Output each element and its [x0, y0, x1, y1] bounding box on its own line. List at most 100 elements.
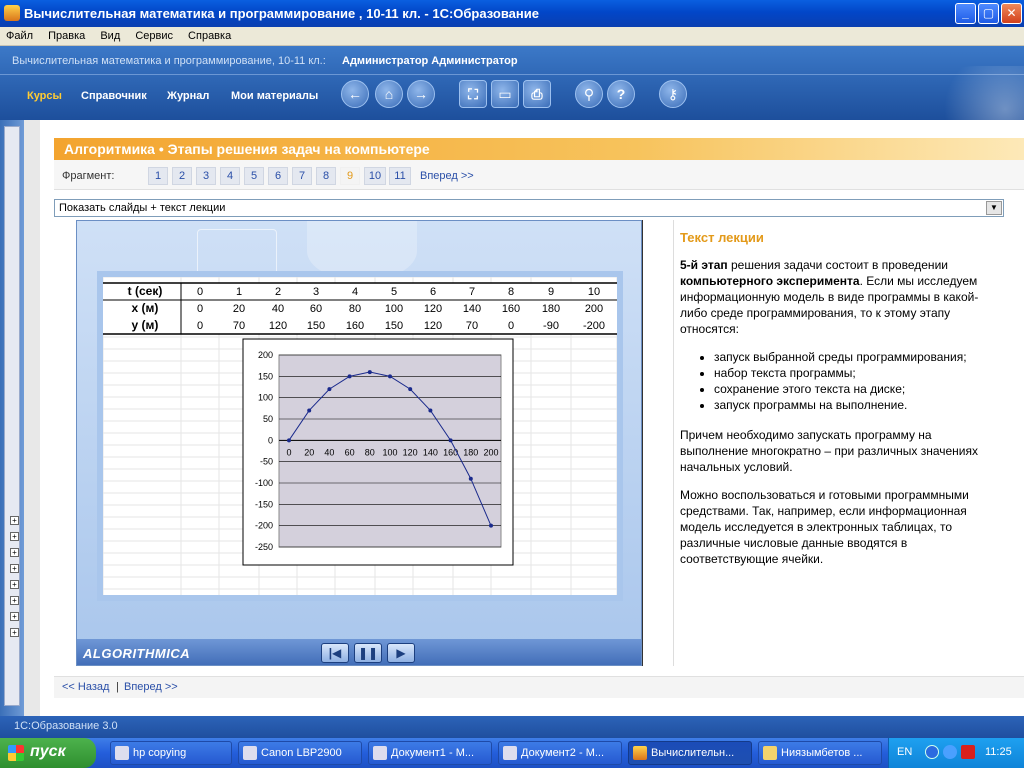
back-arrow-button[interactable]: ← — [341, 80, 369, 108]
y-tick-label: -200 — [255, 521, 273, 531]
header-divider — [0, 74, 1024, 75]
table-cell: 150 — [385, 320, 403, 332]
help-icon: ? — [616, 86, 626, 102]
slide-play-button[interactable]: ▶ — [387, 643, 415, 663]
table-cell: 0 — [508, 320, 514, 332]
user-name: Администратор Администратор — [342, 55, 518, 67]
search-icon: ⚲ — [583, 86, 595, 102]
app-icon[interactable] — [4, 5, 20, 21]
task-label: hp copying — [133, 747, 187, 759]
data-point — [347, 374, 352, 379]
maximize-button[interactable]: ▢ — [978, 3, 999, 24]
fullscreen-icon: ⛶ — [468, 86, 478, 102]
back-link[interactable]: << Назад — [62, 681, 109, 693]
slide-pause-button[interactable]: ❚❚ — [354, 643, 382, 663]
search-button[interactable]: ⚲ — [575, 80, 603, 108]
list-item: набор текста программы; — [714, 365, 997, 381]
expand-icon[interactable]: + — [10, 612, 19, 621]
minimize-button[interactable]: _ — [955, 3, 976, 24]
table-cell: 140 — [463, 303, 481, 315]
table-cell: 160 — [346, 320, 364, 332]
key-button[interactable]: ⚷ — [659, 80, 687, 108]
start-button[interactable]: пуск — [0, 738, 96, 768]
expand-icon[interactable]: + — [10, 596, 19, 605]
menu-edit[interactable]: Правка — [42, 27, 91, 42]
tray-arrow-icon[interactable] — [925, 745, 939, 759]
lecture-panel: Текст лекции 5-й этап решения задачи сос… — [673, 220, 1003, 666]
table-row-header: y (м) — [132, 318, 159, 332]
language-indicator[interactable]: EN — [897, 746, 912, 758]
data-point — [448, 438, 453, 443]
expand-icon[interactable]: + — [10, 548, 19, 557]
fragment-button[interactable]: 7 — [292, 167, 312, 185]
table-cell: -90 — [543, 320, 559, 332]
fragment-next-link[interactable]: Вперед >> — [420, 170, 474, 182]
network-icon[interactable] — [943, 745, 957, 759]
task-button[interactable]: hp copying — [110, 741, 232, 765]
bottom-navigation: << Назад | Вперед >> — [54, 676, 1024, 698]
word-document-icon — [373, 746, 387, 760]
forward-link[interactable]: Вперед >> — [124, 681, 178, 693]
task-button[interactable]: Canon LBP2900 — [238, 741, 362, 765]
expand-icon[interactable]: + — [10, 516, 19, 525]
fragment-button[interactable]: 5 — [244, 167, 264, 185]
splitter[interactable] — [24, 120, 40, 716]
presentation-button[interactable]: ▭ — [491, 80, 519, 108]
fragment-button[interactable]: 8 — [316, 167, 336, 185]
x-tick-label: 200 — [483, 447, 498, 457]
task-button-active[interactable]: Вычислительн... — [628, 741, 752, 765]
y-tick-label: 150 — [258, 371, 273, 381]
tab-my-materials[interactable]: Мои материалы — [231, 90, 318, 102]
fragment-button[interactable]: 4 — [220, 167, 240, 185]
fragment-button[interactable]: 3 — [196, 167, 216, 185]
forward-arrow-button[interactable]: → — [407, 80, 435, 108]
left-rail: + + + + + + + + — [0, 120, 24, 716]
view-mode-select[interactable]: Показать слайды + текст лекции ▼ — [54, 199, 1004, 217]
slide-first-button[interactable]: |◀ — [321, 643, 349, 663]
task-button[interactable]: Документ1 - М... — [368, 741, 492, 765]
task-button[interactable]: Документ2 - М... — [498, 741, 622, 765]
table-cell: 120 — [269, 320, 287, 332]
task-button[interactable]: Ниязымбетов ... — [758, 741, 882, 765]
printer-icon — [243, 746, 257, 760]
printer-icon — [115, 746, 129, 760]
expand-icon[interactable]: + — [10, 532, 19, 541]
play-icon: ▶ — [396, 646, 406, 660]
expand-icon[interactable]: + — [10, 580, 19, 589]
expand-icon[interactable]: + — [10, 564, 19, 573]
antivirus-icon[interactable] — [961, 745, 975, 759]
lecture-paragraph-1: 5-й этап решения задачи состоит в провед… — [680, 257, 997, 337]
table-cell: 9 — [548, 286, 554, 298]
menu-view[interactable]: Вид — [94, 27, 126, 42]
close-button[interactable]: ✕ — [1001, 3, 1022, 24]
tab-journal[interactable]: Журнал — [167, 90, 209, 102]
help-button[interactable]: ? — [607, 80, 635, 108]
tab-reference[interactable]: Справочник — [81, 90, 147, 102]
y-tick-label: 100 — [258, 393, 273, 403]
fragment-button[interactable]: 2 — [172, 167, 192, 185]
tab-courses[interactable]: Курсы — [27, 90, 62, 102]
x-tick-label: 60 — [345, 447, 355, 457]
fragment-button-current[interactable]: 9 — [340, 167, 360, 185]
table-cell: 2 — [275, 286, 281, 298]
window-title: Вычислительная математика и программиров… — [24, 6, 539, 21]
y-tick-label: -50 — [260, 457, 273, 467]
chevron-down-icon[interactable]: ▼ — [986, 201, 1002, 215]
print-button[interactable]: ⎙ — [523, 80, 551, 108]
fragment-button[interactable]: 1 — [148, 167, 168, 185]
expand-icon[interactable]: + — [10, 628, 19, 637]
menu-service[interactable]: Сервис — [129, 27, 179, 42]
table-cell: 100 — [385, 303, 403, 315]
menu-help[interactable]: Справка — [182, 27, 237, 42]
home-button[interactable]: ⌂ — [375, 80, 403, 108]
x-tick-label: 180 — [463, 447, 478, 457]
fragment-button[interactable]: 10 — [364, 167, 386, 185]
fullscreen-button[interactable]: ⛶ — [459, 80, 487, 108]
fragment-button[interactable]: 11 — [389, 167, 411, 185]
spreadsheet: t (сек) 0 1 2 3 4 5 6 7 8 9 10 x (м) 0 20 40 60 80 100 120 1… — [97, 271, 623, 601]
fragment-button[interactable]: 6 — [268, 167, 288, 185]
fragment-bar: Фрагмент: 1 2 3 4 5 6 7 8 9 10 11 Вперед… — [54, 160, 1024, 190]
menu-file[interactable]: Файл — [0, 27, 39, 42]
panel-divider — [642, 220, 643, 666]
word-document-icon — [503, 746, 517, 760]
